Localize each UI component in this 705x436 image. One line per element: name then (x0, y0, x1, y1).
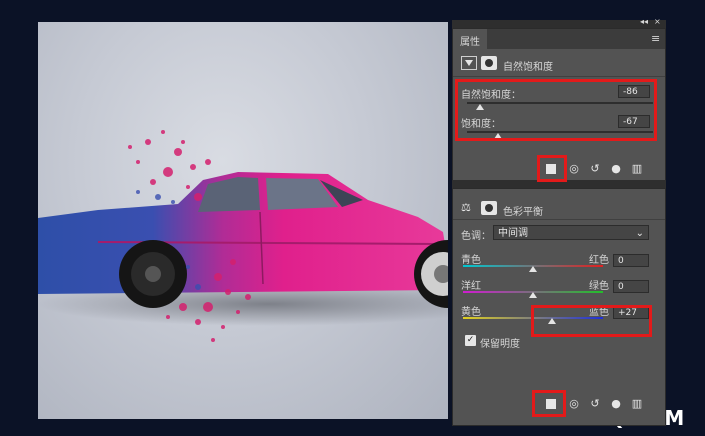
trash-icon[interactable]: ▥ (629, 162, 645, 176)
slider-left-label: 青色 (461, 255, 481, 266)
panel-tab-bar: 属性 ≡ (453, 29, 665, 49)
highlight-clip-button-top (537, 155, 567, 182)
car-photo (38, 130, 448, 342)
slider-right-label: 红色 (589, 255, 609, 266)
tone-select[interactable]: 中间调 ⌄ (493, 225, 649, 240)
slider-right-label: 绿色 (589, 281, 609, 292)
view-previous-icon[interactable]: ◎ (566, 397, 582, 411)
highlight-vibrance-sliders (455, 79, 657, 141)
panel-header-bar: ◂◂ × (452, 17, 666, 28)
vibrance-adjustment-icon (461, 56, 477, 70)
preserve-luminosity-checkbox[interactable]: ✓ (465, 335, 476, 346)
close-icon[interactable]: × (654, 17, 661, 26)
tone-label: 色调： (461, 231, 491, 242)
slider-left-label: 黄色 (461, 307, 481, 318)
color-slider-thumb[interactable] (529, 292, 537, 298)
divider (453, 219, 665, 220)
visibility-eye-icon[interactable]: ● (608, 162, 624, 176)
chevron-down-icon: ⌄ (635, 228, 644, 239)
slider-value-field[interactable]: 0 (613, 280, 649, 293)
reset-icon[interactable]: ↺ (587, 397, 603, 411)
tab-properties[interactable]: 属性 (453, 29, 487, 49)
adjustment-title: 色彩平衡 (503, 207, 543, 218)
image-canvas (38, 22, 448, 419)
visibility-eye-icon[interactable]: ● (608, 397, 624, 411)
slider-left-label: 洋红 (461, 281, 481, 292)
reset-icon[interactable]: ↺ (587, 162, 603, 176)
view-previous-icon[interactable]: ◎ (566, 162, 582, 176)
highlight-clip-button-bottom (532, 390, 566, 417)
preserve-luminosity-label: 保留明度 (480, 339, 520, 350)
trash-icon[interactable]: ▥ (629, 397, 645, 411)
layer-mask-icon[interactable] (481, 56, 497, 70)
highlight-yellow-blue-slider (531, 305, 652, 337)
tab-properties-label: 属性 (460, 37, 480, 48)
tone-select-value: 中间调 (498, 228, 528, 239)
collapse-icon[interactable]: ◂◂ (640, 17, 648, 26)
layer-mask-icon[interactable] (481, 201, 497, 215)
divider (453, 76, 665, 77)
color-slider-thumb[interactable] (529, 266, 537, 272)
slider-value-field[interactable]: 0 (613, 254, 649, 267)
adjustment-title: 自然饱和度 (503, 62, 553, 73)
balance-scale-icon: ⚖ (461, 201, 471, 214)
panel-menu-icon[interactable]: ≡ (651, 32, 660, 45)
